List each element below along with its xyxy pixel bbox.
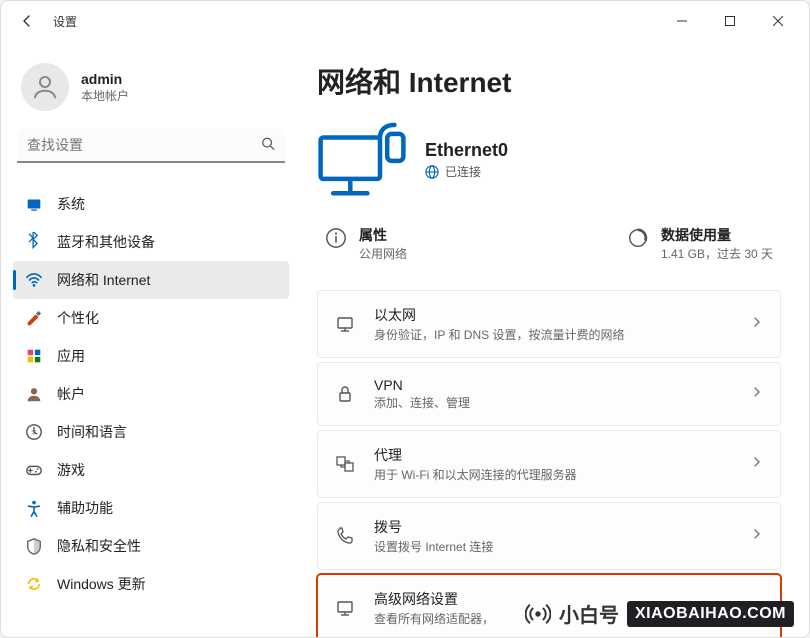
nav-label: 时间和语言	[57, 422, 127, 442]
games-icon	[25, 461, 43, 479]
update-icon	[25, 575, 43, 593]
connection-status: 已连接	[445, 163, 481, 180]
search-input[interactable]	[17, 129, 285, 163]
nav-label: 网络和 Internet	[57, 270, 150, 290]
info-icon	[325, 227, 347, 249]
connection-name: Ethernet0	[425, 140, 508, 161]
computer-network-icon	[317, 121, 407, 199]
card-ethernet[interactable]: 以太网 身份验证，IP 和 DNS 设置，按流量计费的网络	[317, 290, 781, 358]
nav-label: 个性化	[57, 308, 99, 328]
user-type: 本地帐户	[81, 87, 129, 104]
wifi-icon	[25, 271, 43, 289]
properties-button[interactable]: 属性 公用网络	[325, 225, 407, 262]
time-icon: 字	[25, 423, 43, 441]
card-title: 以太网	[374, 305, 732, 325]
card-sub: 身份验证，IP 和 DNS 设置，按流量计费的网络	[374, 326, 732, 343]
card-title: 高级网络设置	[374, 589, 732, 609]
usage-sub: 1.41 GB，过去 30 天	[661, 245, 773, 262]
nav-label: 辅助功能	[57, 498, 113, 518]
nav-item-privacy[interactable]: 隐私和安全性	[13, 527, 289, 565]
proxy-icon	[334, 453, 356, 475]
card-sub: 查看所有网络适配器，	[374, 610, 732, 627]
chevron-right-icon	[750, 385, 764, 404]
ethernet-icon	[334, 313, 356, 335]
nav-item-accessibility[interactable]: 辅助功能	[13, 489, 289, 527]
card-title: 代理	[374, 445, 732, 465]
nav-label: Windows 更新	[57, 574, 146, 594]
window-title: 设置	[53, 13, 77, 30]
maximize-button[interactable]	[707, 5, 753, 37]
nav-item-bluetooth[interactable]: 蓝牙和其他设备	[13, 223, 289, 261]
card-sub: 用于 Wi-Fi 和以太网连接的代理服务器	[374, 466, 732, 483]
vpn-icon	[334, 383, 356, 405]
accessibility-icon	[25, 499, 43, 517]
card-title: 拨号	[374, 517, 732, 537]
nav-label: 蓝牙和其他设备	[57, 232, 155, 252]
search-icon	[261, 137, 275, 156]
properties-sub: 公用网络	[359, 245, 407, 262]
chevron-right-icon	[750, 527, 764, 546]
close-button[interactable]	[755, 5, 801, 37]
chevron-right-icon	[750, 599, 764, 618]
apps-icon	[25, 347, 43, 365]
sidebar: admin 本地帐户 系统蓝牙和其他设备网络和 Internet 个性化应用帐户字…	[1, 41, 301, 637]
nav-label: 系统	[57, 194, 85, 214]
arrow-left-icon	[19, 13, 35, 29]
search-box	[17, 129, 285, 163]
nav-item-games[interactable]: 游戏	[13, 451, 289, 489]
card-sub: 添加、连接、管理	[374, 394, 732, 411]
network-status: Ethernet0 已连接	[317, 121, 781, 199]
nav-label: 游戏	[57, 460, 85, 480]
account-icon	[25, 385, 43, 403]
nav-item-personalize[interactable]: 个性化	[13, 299, 289, 337]
data-usage-icon	[627, 227, 649, 249]
nav-item-account[interactable]: 帐户	[13, 375, 289, 413]
card-sub: 设置拨号 Internet 连接	[374, 538, 732, 555]
page-title: 网络和 Internet	[317, 61, 781, 101]
properties-title: 属性	[359, 225, 407, 245]
nav-item-system[interactable]: 系统	[13, 185, 289, 223]
nav-label: 隐私和安全性	[57, 536, 141, 556]
chevron-right-icon	[750, 315, 764, 334]
chevron-right-icon	[750, 455, 764, 474]
nav-item-apps[interactable]: 应用	[13, 337, 289, 375]
system-icon	[25, 195, 43, 213]
advanced-icon	[334, 597, 356, 619]
content: 网络和 Internet Ethernet0 已连接	[301, 41, 809, 637]
titlebar: 设置	[1, 1, 809, 41]
card-advanced[interactable]: 高级网络设置 查看所有网络适配器，	[317, 574, 781, 637]
person-icon	[30, 72, 60, 102]
data-usage-button[interactable]: 数据使用量 1.41 GB，过去 30 天	[627, 225, 773, 262]
nav-label: 帐户	[57, 384, 85, 404]
user-name: admin	[81, 71, 129, 87]
svg-text:字: 字	[31, 429, 36, 437]
avatar	[21, 63, 69, 111]
usage-title: 数据使用量	[661, 225, 773, 245]
nav-label: 应用	[57, 346, 85, 366]
dialup-icon	[334, 525, 356, 547]
nav-item-update[interactable]: Windows 更新	[13, 565, 289, 603]
privacy-icon	[25, 537, 43, 555]
card-vpn[interactable]: VPN 添加、连接、管理	[317, 362, 781, 426]
card-proxy[interactable]: 代理 用于 Wi-Fi 和以太网连接的代理服务器	[317, 430, 781, 498]
bluetooth-icon	[25, 233, 43, 251]
user-block[interactable]: admin 本地帐户	[13, 51, 289, 129]
back-button[interactable]	[9, 3, 45, 39]
card-title: VPN	[374, 377, 732, 393]
minimize-button[interactable]	[659, 5, 705, 37]
nav-item-wifi[interactable]: 网络和 Internet	[13, 261, 289, 299]
nav-item-time[interactable]: 字 时间和语言	[13, 413, 289, 451]
card-dialup[interactable]: 拨号 设置拨号 Internet 连接	[317, 502, 781, 570]
personalize-icon	[25, 309, 43, 327]
globe-icon	[425, 165, 439, 179]
